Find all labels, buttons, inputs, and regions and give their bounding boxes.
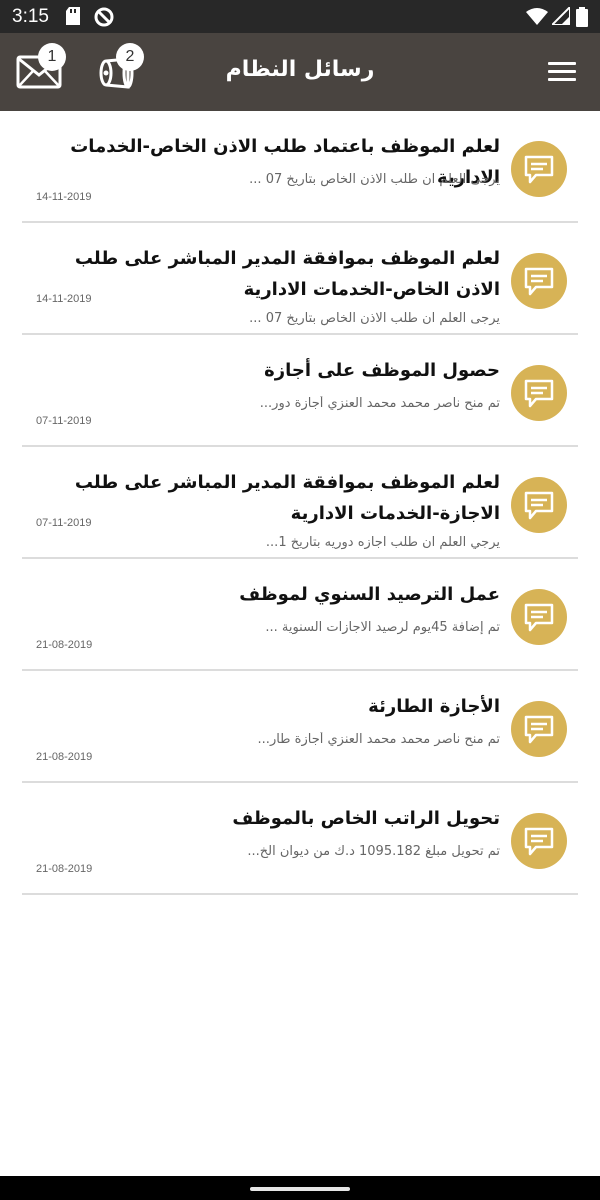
message-date: 14-11-2019 — [36, 191, 92, 203]
message-title: لعلم الموظف بموافقة المدير المباشر على ط… — [74, 472, 500, 524]
message-preview: تم منح ناصر محمد محمد العنزي أجازة دور..… — [259, 396, 500, 411]
message-avatar — [511, 813, 567, 869]
message-avatar — [511, 701, 567, 757]
app-bar: 1 2 رسائل النظام — [0, 33, 600, 111]
signal-icon — [549, 4, 571, 29]
message-date: 14-11-2019 — [36, 293, 92, 305]
system-nav-bar — [0, 1176, 600, 1200]
message-preview: يرجى العلم ان طلب الاذن الخاص بتاريخ 07 … — [249, 311, 500, 326]
message-preview: يرجى العلم ان طلب الاذن الخاص بتاريخ 07 … — [249, 172, 500, 187]
message-avatar — [511, 365, 567, 421]
message-title: حصول الموظف على أجازة — [264, 360, 500, 381]
chat-bubble-icon — [524, 603, 554, 632]
message-preview: تم إضافة 45يوم لرصيد الاجازات السنوية ..… — [265, 620, 500, 635]
message-avatar — [511, 141, 567, 197]
chat-bubble-icon — [524, 267, 554, 296]
message-preview: يرجي العلم ان طلب اجازه دوريه بتاريخ 1..… — [265, 535, 500, 550]
message-title: تحويل الراتب الخاص بالموظف — [232, 808, 500, 829]
sd-card-icon — [66, 7, 80, 29]
message-item[interactable]: حصول الموظف على أجازة تم منح ناصر محمد م… — [22, 335, 578, 447]
message-title: عمل الترصيد السنوي لموظف — [239, 584, 500, 605]
message-title: لعلم الموظف بموافقة المدير المباشر على ط… — [74, 248, 500, 300]
message-preview: تم تحويل مبلغ 1095.182 د.ك من ديوان الخ.… — [247, 844, 500, 859]
message-item[interactable]: لعلم الموظف باعتماد طلب الاذن الخاص-الخد… — [22, 111, 578, 223]
chat-bubble-icon — [524, 715, 554, 744]
message-avatar — [511, 477, 567, 533]
messages-list: لعلم الموظف باعتماد طلب الاذن الخاص-الخد… — [22, 111, 578, 895]
message-item[interactable]: تحويل الراتب الخاص بالموظف تم تحويل مبلغ… — [22, 783, 578, 895]
status-bar: 3:15 — [0, 0, 600, 33]
chat-bubble-icon — [524, 155, 554, 184]
chat-bubble-icon — [524, 827, 554, 856]
message-date: 21-08-2019 — [36, 863, 93, 875]
menu-icon — [548, 62, 576, 65]
message-date: 07-11-2019 — [36, 517, 92, 529]
message-item[interactable]: لعلم الموظف بموافقة المدير المباشر على ط… — [22, 223, 578, 335]
message-avatar — [511, 589, 567, 645]
message-item[interactable]: لعلم الموظف بموافقة المدير المباشر على ط… — [22, 447, 578, 559]
message-preview: تم منح ناصر محمد محمد العنزي أجازة طار..… — [257, 732, 500, 747]
battery-icon — [576, 7, 588, 31]
chat-bubble-icon — [524, 491, 554, 520]
do-not-disturb-icon — [94, 7, 114, 31]
home-gesture-handle[interactable] — [250, 1187, 350, 1191]
message-date: 07-11-2019 — [36, 415, 92, 427]
message-item[interactable]: الأجازة الطارئة تم منح ناصر محمد محمد ال… — [22, 671, 578, 783]
message-avatar — [511, 253, 567, 309]
message-date: 21-08-2019 — [36, 639, 93, 651]
message-item[interactable]: عمل الترصيد السنوي لموظف تم إضافة 45يوم … — [22, 559, 578, 671]
wifi-icon — [526, 7, 548, 29]
message-date: 21-08-2019 — [36, 751, 93, 763]
chat-bubble-icon — [524, 379, 554, 408]
message-title: الأجازة الطارئة — [368, 696, 500, 717]
menu-button[interactable] — [544, 58, 580, 86]
status-time: 3:15 — [12, 6, 49, 27]
page-title: رسائل النظام — [225, 57, 375, 82]
